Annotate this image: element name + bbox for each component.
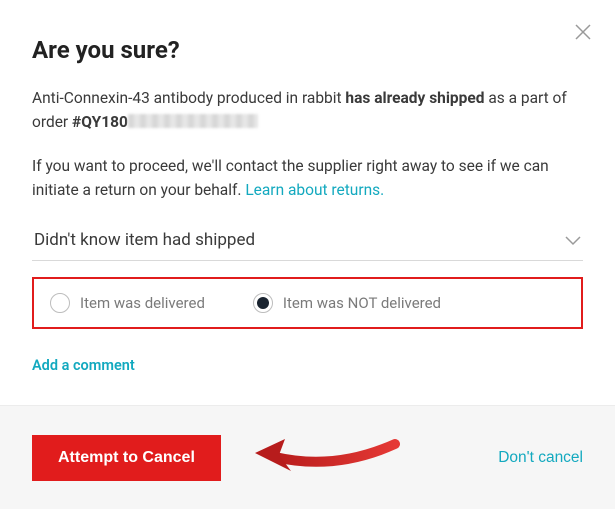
radio-icon <box>50 293 70 313</box>
reason-select[interactable]: Didn't know item had shipped <box>32 222 583 261</box>
reason-select-value: Didn't know item had shipped <box>34 230 255 250</box>
msg-pre: Anti-Connexin-43 antibody produced in ra… <box>32 89 345 107</box>
confirm-dialog: Are you sure? Anti-Connexin-43 antibody … <box>0 0 615 374</box>
radio-icon <box>253 293 273 313</box>
shipped-message: Anti-Connexin-43 antibody produced in ra… <box>32 86 583 134</box>
msg-bold: has already shipped <box>345 89 484 107</box>
radio-item-not-delivered[interactable]: Item was NOT delivered <box>253 293 441 313</box>
delivery-radio-group: Item was delivered Item was NOT delivere… <box>32 277 583 329</box>
annotation-arrow-icon <box>245 429 405 479</box>
proceed-message: If you want to proceed, we'll contact th… <box>32 154 583 202</box>
close-icon[interactable] <box>575 24 591 40</box>
radio-label: Item was NOT delivered <box>283 294 441 312</box>
radio-label: Item was delivered <box>80 294 205 312</box>
order-number-prefix: #QY180 <box>72 113 128 131</box>
learn-about-returns-link[interactable]: Learn about returns. <box>245 181 384 199</box>
add-comment-link[interactable]: Add a comment <box>32 357 583 374</box>
radio-item-delivered[interactable]: Item was delivered <box>50 293 205 313</box>
dialog-footer: Attempt to Cancel Don't cancel <box>0 405 615 509</box>
attempt-to-cancel-button[interactable]: Attempt to Cancel <box>32 435 221 481</box>
order-number-redacted <box>128 114 258 128</box>
dont-cancel-button[interactable]: Don't cancel <box>498 449 583 467</box>
chevron-down-icon <box>565 231 581 250</box>
dialog-title: Are you sure? <box>32 36 583 64</box>
